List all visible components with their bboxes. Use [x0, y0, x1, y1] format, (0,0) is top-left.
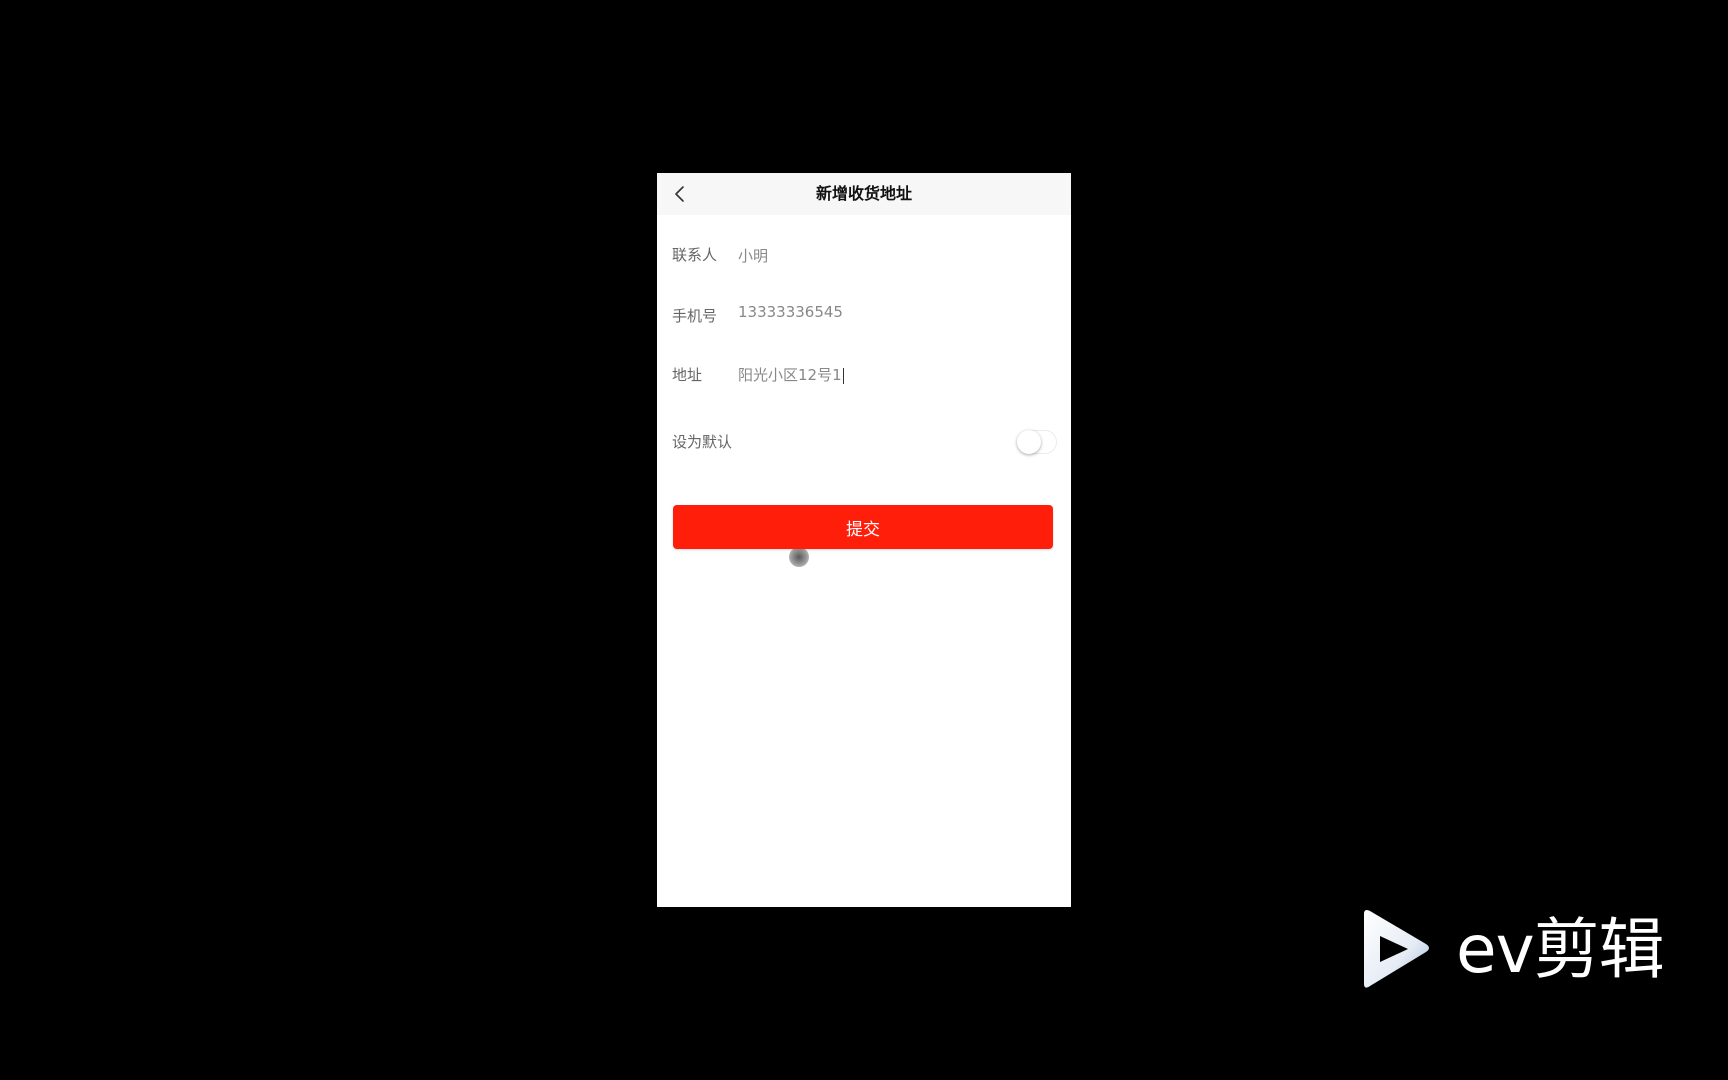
phone-viewport: 新增收货地址 联系人 手机号 地址 阳光小区12号1 设为默认 提交 [657, 173, 1071, 907]
address-input-text: 阳光小区12号1 [738, 366, 842, 384]
play-logo-icon [1364, 910, 1429, 988]
touch-indicator [789, 547, 809, 567]
address-label: 地址 [672, 366, 703, 384]
phone-row: 手机号 [657, 294, 1071, 334]
watermark-text: ev剪辑 [1456, 911, 1665, 988]
page-title: 新增收货地址 [815, 184, 912, 203]
default-label: 设为默认 [672, 433, 733, 451]
address-input[interactable]: 阳光小区12号1 [738, 355, 844, 395]
submit-button[interactable]: 提交 [673, 505, 1053, 549]
phone-input[interactable] [738, 298, 1048, 326]
address-row[interactable]: 地址 阳光小区12号1 [657, 355, 1071, 395]
screen: 新增收货地址 联系人 手机号 地址 阳光小区12号1 设为默认 提交 [0, 0, 1728, 1080]
contact-row: 联系人 [657, 235, 1071, 275]
toggle-knob [1017, 430, 1041, 454]
contact-label: 联系人 [672, 246, 718, 264]
text-caret [842, 367, 844, 384]
default-row: 设为默认 [657, 422, 1071, 462]
watermark: ev剪辑 [1356, 908, 1716, 992]
default-toggle[interactable] [1017, 430, 1057, 454]
phone-label: 手机号 [672, 307, 718, 325]
navbar: 新增收货地址 [657, 173, 1071, 215]
contact-input[interactable] [738, 241, 1048, 269]
